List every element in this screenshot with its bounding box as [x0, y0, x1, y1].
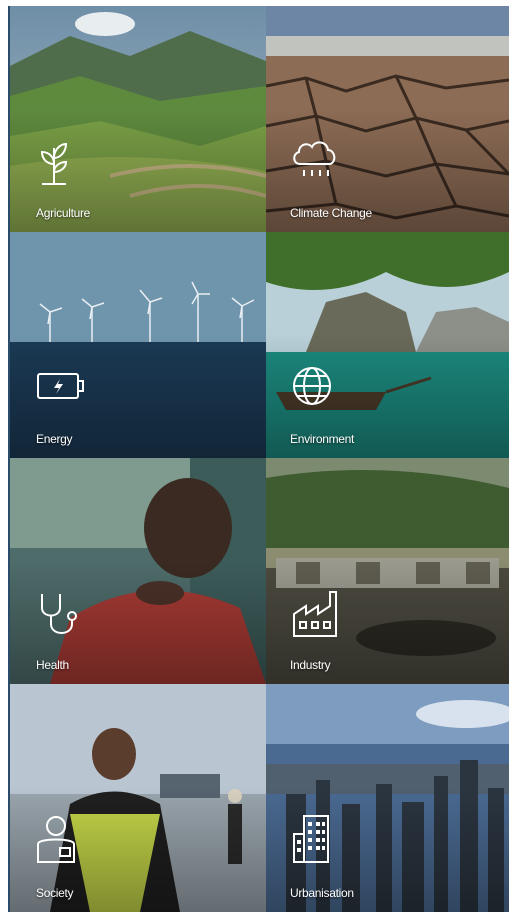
tile-label: Energy: [36, 432, 73, 446]
plant-icon: [36, 134, 86, 188]
tile-label: Industry: [290, 658, 331, 672]
factory-icon: [290, 586, 340, 640]
tile-agriculture[interactable]: Agriculture: [10, 6, 266, 232]
tile-label: Environment: [290, 432, 355, 446]
tile-shade: [10, 232, 266, 458]
tile-health[interactable]: Health: [10, 458, 266, 684]
tile-shade: [266, 458, 509, 684]
tile-label: Health: [36, 658, 69, 672]
tile-label: Climate Change: [290, 206, 372, 220]
tile-shade: [266, 684, 509, 912]
person-icon: [36, 812, 86, 866]
building-icon: [290, 812, 340, 866]
tile-energy[interactable]: Energy: [10, 232, 266, 458]
topic-grid: Agriculture Climate Change Energy Enviro…: [10, 6, 509, 912]
tile-shade: [266, 6, 509, 232]
globe-icon: [290, 360, 340, 414]
stethoscope-icon: [36, 586, 86, 640]
tile-climate-change[interactable]: Climate Change: [266, 6, 509, 232]
tile-shade: [10, 684, 266, 912]
battery-charging-icon: [36, 360, 86, 414]
tile-label: Urbanisation: [290, 886, 354, 900]
tile-society[interactable]: Society: [10, 684, 266, 912]
cloud-rain-icon: [290, 134, 340, 188]
tile-urbanisation[interactable]: Urbanisation: [266, 684, 509, 912]
tile-industry[interactable]: Industry: [266, 458, 509, 684]
tile-shade: [10, 458, 266, 684]
tile-shade: [10, 6, 266, 232]
tile-label: Society: [36, 886, 74, 900]
tile-label: Agriculture: [36, 206, 91, 220]
tile-environment[interactable]: Environment: [266, 232, 509, 458]
tile-shade: [266, 232, 509, 458]
